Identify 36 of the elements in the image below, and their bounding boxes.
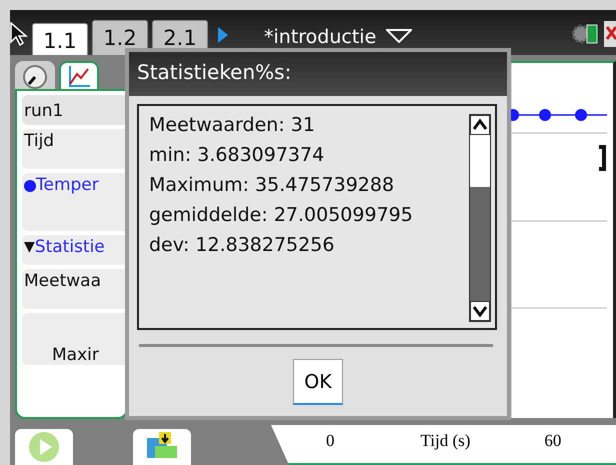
row-label: Tijd xyxy=(24,131,54,151)
scroll-up-icon[interactable] xyxy=(470,115,490,135)
row-label: Statistie xyxy=(34,237,105,257)
statistic-line: min: 3.683097374 xyxy=(149,144,326,166)
statistic-line: Maximum: 35.475739288 xyxy=(149,174,396,196)
data-store-button[interactable] xyxy=(133,429,191,465)
graph-icon xyxy=(66,64,92,90)
row-label: Meetwaa xyxy=(24,271,101,291)
cursor-icon xyxy=(10,22,28,46)
data-point xyxy=(575,109,587,121)
axis-title: Tijd (s) xyxy=(420,430,470,451)
row-label: Maxir xyxy=(52,345,99,365)
close-icon[interactable] xyxy=(604,21,616,47)
graph-tab[interactable] xyxy=(59,61,99,91)
statistic-line: gemiddelde: 27.005099795 xyxy=(149,204,414,226)
statistic-line: dev: 12.838275256 xyxy=(149,234,336,256)
axis-tick-label: 0 xyxy=(326,430,334,451)
gauge-icon xyxy=(22,64,48,90)
document-title[interactable]: *introductie xyxy=(264,26,376,48)
dot-icon xyxy=(24,180,36,192)
dropdown-icon[interactable] xyxy=(386,29,412,43)
ok-button[interactable]: OK xyxy=(293,359,343,405)
play-right-icon[interactable] xyxy=(218,27,228,43)
data-point xyxy=(539,109,551,121)
page-tab[interactable]: 1.2 xyxy=(92,20,148,55)
scrollbar[interactable] xyxy=(469,114,491,322)
expand-marker[interactable]: ▼ xyxy=(24,239,35,255)
meter-tab[interactable] xyxy=(15,61,55,91)
battery-icon xyxy=(572,23,600,45)
dialog-title: Statistieken%s: xyxy=(129,52,507,96)
page-tab[interactable]: 1.1 xyxy=(32,23,88,58)
scroll-down-icon[interactable] xyxy=(470,301,490,321)
bracket-marker xyxy=(599,145,606,171)
axis-tick-label: 60 xyxy=(544,430,562,451)
statistic-line: Meetwaarden: 31 xyxy=(149,114,316,136)
row-label: Temper xyxy=(36,175,99,195)
